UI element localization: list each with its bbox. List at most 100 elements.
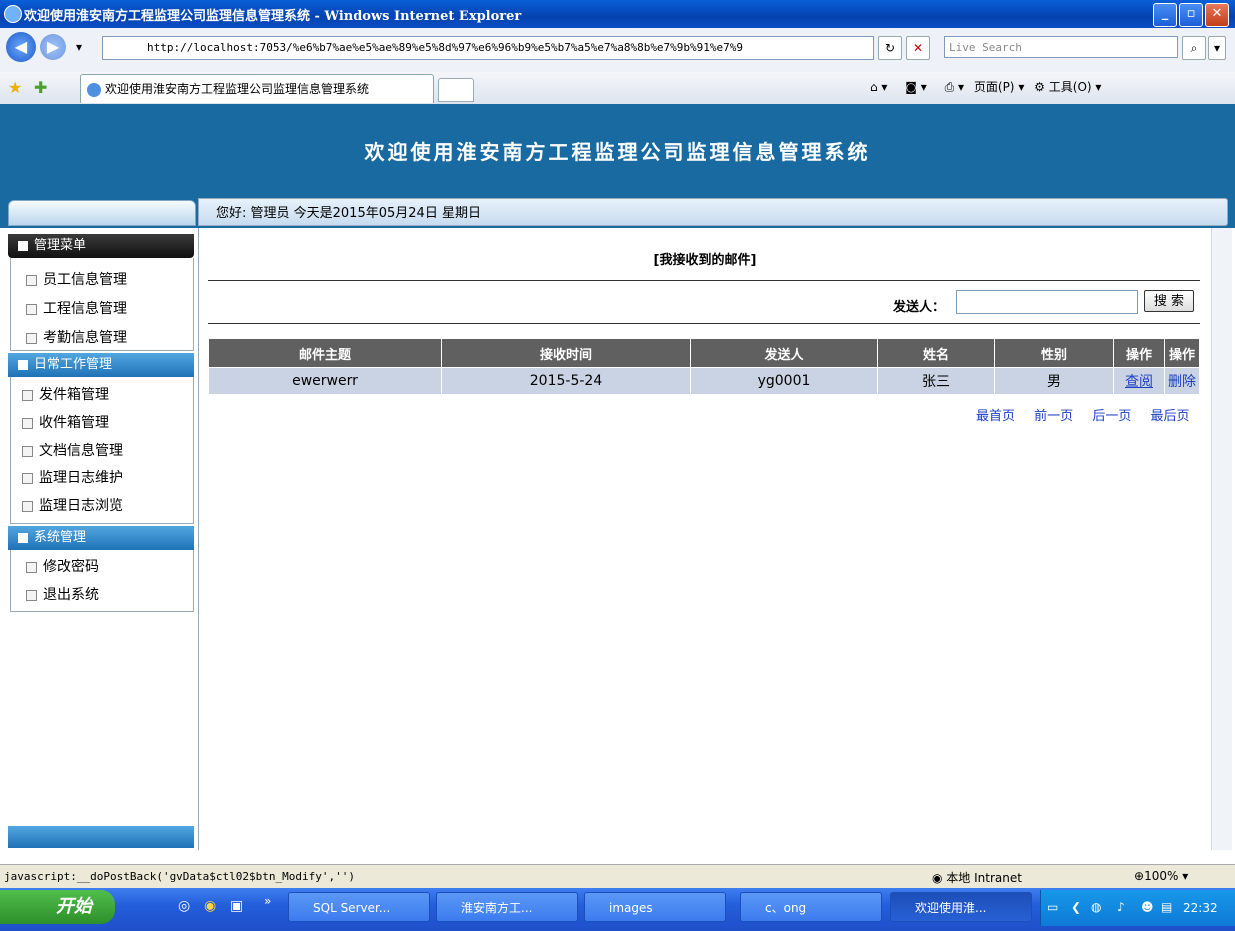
last-page-link[interactable]: 最后页 <box>1150 409 1189 424</box>
forward-icon[interactable]: ▶ <box>40 34 66 60</box>
tab-title: 欢迎使用淮安南方工程监理公司监理信息管理系统 <box>105 82 370 96</box>
column-header-sender: 发送人 <box>690 338 878 368</box>
print-icon[interactable]: ⎙ ▾ <box>945 80 964 94</box>
add-favorite-icon[interactable]: ✚ <box>34 78 47 97</box>
command-bar: ⌂ ▾ ◙ ▾ ⎙ ▾ 页面(P) ▾ ⚙ 工具(O) ▾ <box>870 80 1102 94</box>
page-menu[interactable]: 页面(P) <box>974 80 1015 94</box>
app-tray-icon[interactable]: ▤ <box>1161 900 1172 914</box>
page-icon <box>87 82 101 97</box>
sidebar-item-log-maintain[interactable]: 监理日志维护 <box>22 467 123 487</box>
search-icon[interactable]: ⌕ <box>1182 36 1206 60</box>
intranet-icon: ◉ <box>932 871 947 885</box>
system-tray: ▭ ❮ ◍ ♪ ☻ ▤ 22:32 <box>1040 890 1235 926</box>
refresh-icon[interactable]: ↻ <box>878 36 902 60</box>
table-header-row: 邮件主题 接收时间 发送人 姓名 性别 操作 操作 <box>208 338 1200 368</box>
taskbar-item-images[interactable]: images <box>584 892 726 922</box>
status-text: javascript:__doPostBack('gvData$ctl02$bt… <box>4 870 355 883</box>
live-search-input[interactable]: Live Search <box>944 36 1178 58</box>
table-row: ewerwerr 2015-5-24 yg0001 张三 男 查阅 删除 <box>208 367 1200 395</box>
home-icon[interactable]: ⌂ ▾ <box>870 80 887 94</box>
sidebar-item-log-browse[interactable]: 监理日志浏览 <box>22 495 123 515</box>
zoom-level[interactable]: ⊕100% ▾ <box>1134 869 1188 883</box>
maximize-button[interactable]: ▫ <box>1179 3 1203 27</box>
sidebar-item-documents[interactable]: 文档信息管理 <box>22 440 123 460</box>
sidebar-item-projects[interactable]: 工程信息管理 <box>26 298 127 318</box>
sidebar-section-system[interactable]: 系统管理 <box>8 526 194 550</box>
sidebar-footer <box>8 826 194 848</box>
sidebar-item-outbox[interactable]: 发件箱管理 <box>22 384 109 404</box>
bullet-icon <box>26 303 37 315</box>
taskbar-item-sql-server[interactable]: SQL Server... <box>288 892 430 922</box>
start-button[interactable]: 开始 <box>0 890 115 924</box>
back-icon[interactable]: ◀ <box>6 32 36 62</box>
cell-gender: 男 <box>994 367 1114 395</box>
page-title: [我接收到的邮件] <box>653 253 757 268</box>
cell-view: 查阅 <box>1113 367 1165 395</box>
bullet-icon <box>26 332 37 344</box>
sidebar-item-change-password[interactable]: 修改密码 <box>26 556 99 576</box>
greeting-text: 您好: 管理员 今天是2015年05月24日 星期日 <box>216 206 481 221</box>
view-link[interactable]: 查阅 <box>1125 374 1153 390</box>
search-dropdown-icon[interactable]: ▾ <box>1208 36 1226 60</box>
app-title: 欢迎使用淮安南方工程监理公司监理信息管理系统 <box>364 140 871 164</box>
cell-subject: ewerwerr <box>208 367 442 395</box>
taskbar-item-ie-window[interactable]: 欢迎使用淮... <box>890 892 1032 922</box>
keyboard-icon[interactable]: ▭ <box>1047 900 1058 914</box>
bullet-icon <box>26 561 37 573</box>
user-bar <box>0 196 1235 228</box>
user-bar-cap <box>8 200 196 226</box>
column-header-name: 姓名 <box>877 338 995 368</box>
history-dropdown-icon[interactable]: ▾ <box>72 36 86 58</box>
section-icon <box>18 359 28 370</box>
sender-search-input[interactable] <box>956 290 1138 314</box>
gear-icon: ⚙ <box>1034 80 1045 94</box>
bullet-icon <box>22 417 33 429</box>
vertical-scrollbar[interactable] <box>1211 228 1232 850</box>
quick-launch-more-icon[interactable]: » <box>264 894 271 908</box>
cell-sender: yg0001 <box>690 367 878 395</box>
volume-icon[interactable]: ♪ <box>1117 900 1125 914</box>
taskbar-item-project[interactable]: 淮安南方工... <box>436 892 578 922</box>
column-header-gender: 性别 <box>994 338 1114 368</box>
bullet-icon <box>22 445 33 457</box>
sidebar-item-employees[interactable]: 员工信息管理 <box>26 269 127 289</box>
bullet-icon <box>22 500 33 512</box>
divider <box>208 280 1200 281</box>
taskbar-item-cong[interactable]: c、ong <box>740 892 882 922</box>
network-icon[interactable]: ◍ <box>1091 900 1101 914</box>
favorites-star-icon[interactable]: ★ <box>8 78 22 97</box>
sidebar-section-label: 管理菜单 <box>34 238 87 253</box>
bullet-icon <box>22 472 33 484</box>
column-header-action: 操作 <box>1164 338 1200 368</box>
prev-page-link[interactable]: 前一页 <box>1034 409 1073 424</box>
new-tab-button[interactable] <box>438 78 474 102</box>
section-icon <box>18 532 28 543</box>
user-icon[interactable]: ☻ <box>1141 900 1154 914</box>
delete-link[interactable]: 删除 <box>1168 374 1196 390</box>
minimize-button[interactable]: _ <box>1153 3 1177 27</box>
column-header-time: 接收时间 <box>441 338 691 368</box>
sidebar-section-main[interactable]: 管理菜单 <box>8 234 194 258</box>
sidebar-section-daily[interactable]: 日常工作管理 <box>8 353 194 377</box>
tools-menu[interactable]: 工具(O) <box>1049 80 1092 94</box>
search-button[interactable]: 搜 索 <box>1144 290 1194 312</box>
quick-launch-media-icon[interactable]: ▣ <box>230 898 243 914</box>
mail-table: 邮件主题 接收时间 发送人 姓名 性别 操作 操作 ewerwerr 2015-… <box>208 338 1200 395</box>
tray-expand-icon[interactable]: ❮ <box>1071 900 1081 914</box>
address-text: http://localhost:7053/%e6%b7%ae%e5%ae%89… <box>147 41 744 54</box>
close-button[interactable]: ✕ <box>1205 3 1229 27</box>
first-page-link[interactable]: 最首页 <box>976 409 1015 424</box>
cell-name: 张三 <box>877 367 995 395</box>
browser-tab[interactable]: 欢迎使用淮安南方工程监理公司监理信息管理系统 <box>80 74 434 103</box>
pager: 最首页 前一页 后一页 最后页 <box>976 405 1189 424</box>
sidebar-item-attendance[interactable]: 考勤信息管理 <box>26 327 127 347</box>
cell-delete: 删除 <box>1164 367 1200 395</box>
quick-launch-ie-icon[interactable]: ◎ <box>178 898 190 914</box>
sidebar-item-logout[interactable]: 退出系统 <box>26 584 99 604</box>
next-page-link[interactable]: 后一页 <box>1092 409 1131 424</box>
quick-launch-firefox-icon[interactable]: ◉ <box>204 898 216 914</box>
sidebar-item-inbox[interactable]: 收件箱管理 <box>22 412 109 432</box>
address-bar[interactable]: http://localhost:7053/%e6%b7%ae%e5%ae%89… <box>102 36 874 60</box>
feeds-icon[interactable]: ◙ ▾ <box>905 80 926 94</box>
stop-icon[interactable]: ✕ <box>906 36 930 60</box>
